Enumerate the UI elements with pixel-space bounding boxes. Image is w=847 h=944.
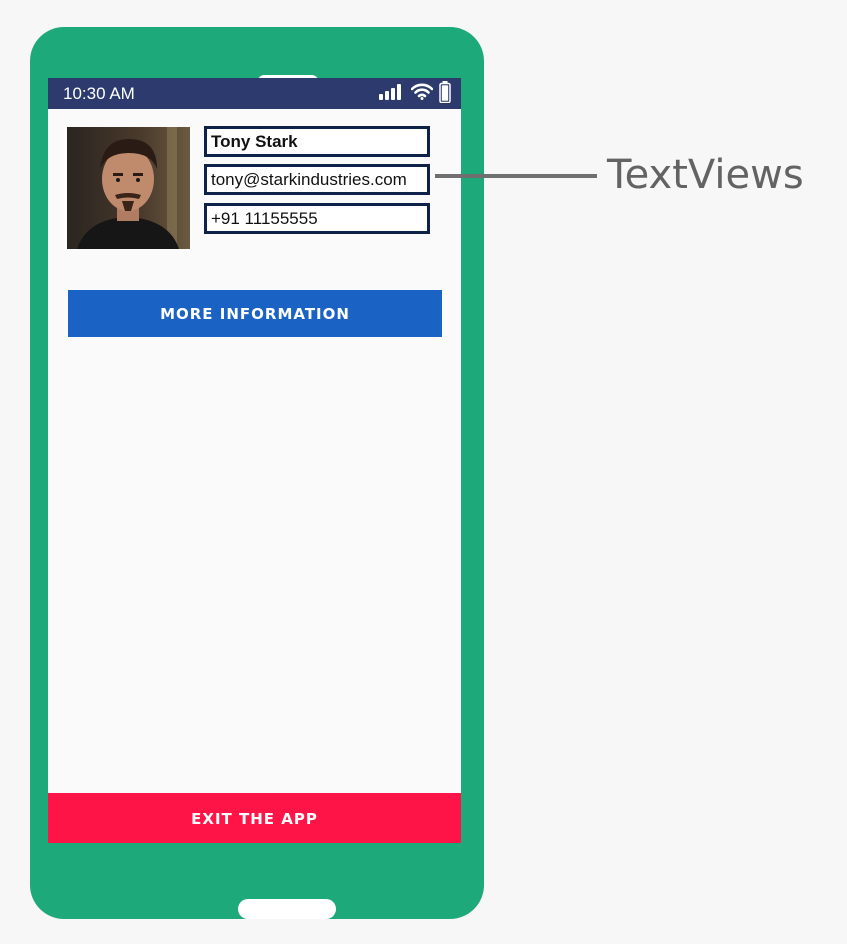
name-textview: Tony Stark [204, 126, 430, 157]
textviews-callout-label: TextViews [607, 152, 804, 198]
wifi-icon [410, 83, 434, 105]
status-icons [379, 80, 451, 108]
email-textview: tony@starkindustries.com [204, 164, 430, 195]
status-time: 10:30 AM [63, 84, 135, 103]
home-button[interactable] [238, 899, 336, 919]
phone-textview: +91 11155555 [204, 203, 430, 234]
more-information-button[interactable]: MORE INFORMATION [68, 290, 442, 337]
status-bar: 10:30 AM [48, 78, 461, 109]
profile-photo [67, 127, 190, 249]
signal-icon [379, 83, 405, 105]
callout-line [435, 174, 597, 178]
exit-app-button[interactable]: EXIT THE APP [48, 793, 461, 843]
app-screen: 10:30 AM Tony Stark tony@starkindustries… [48, 78, 461, 843]
battery-icon [439, 80, 451, 108]
